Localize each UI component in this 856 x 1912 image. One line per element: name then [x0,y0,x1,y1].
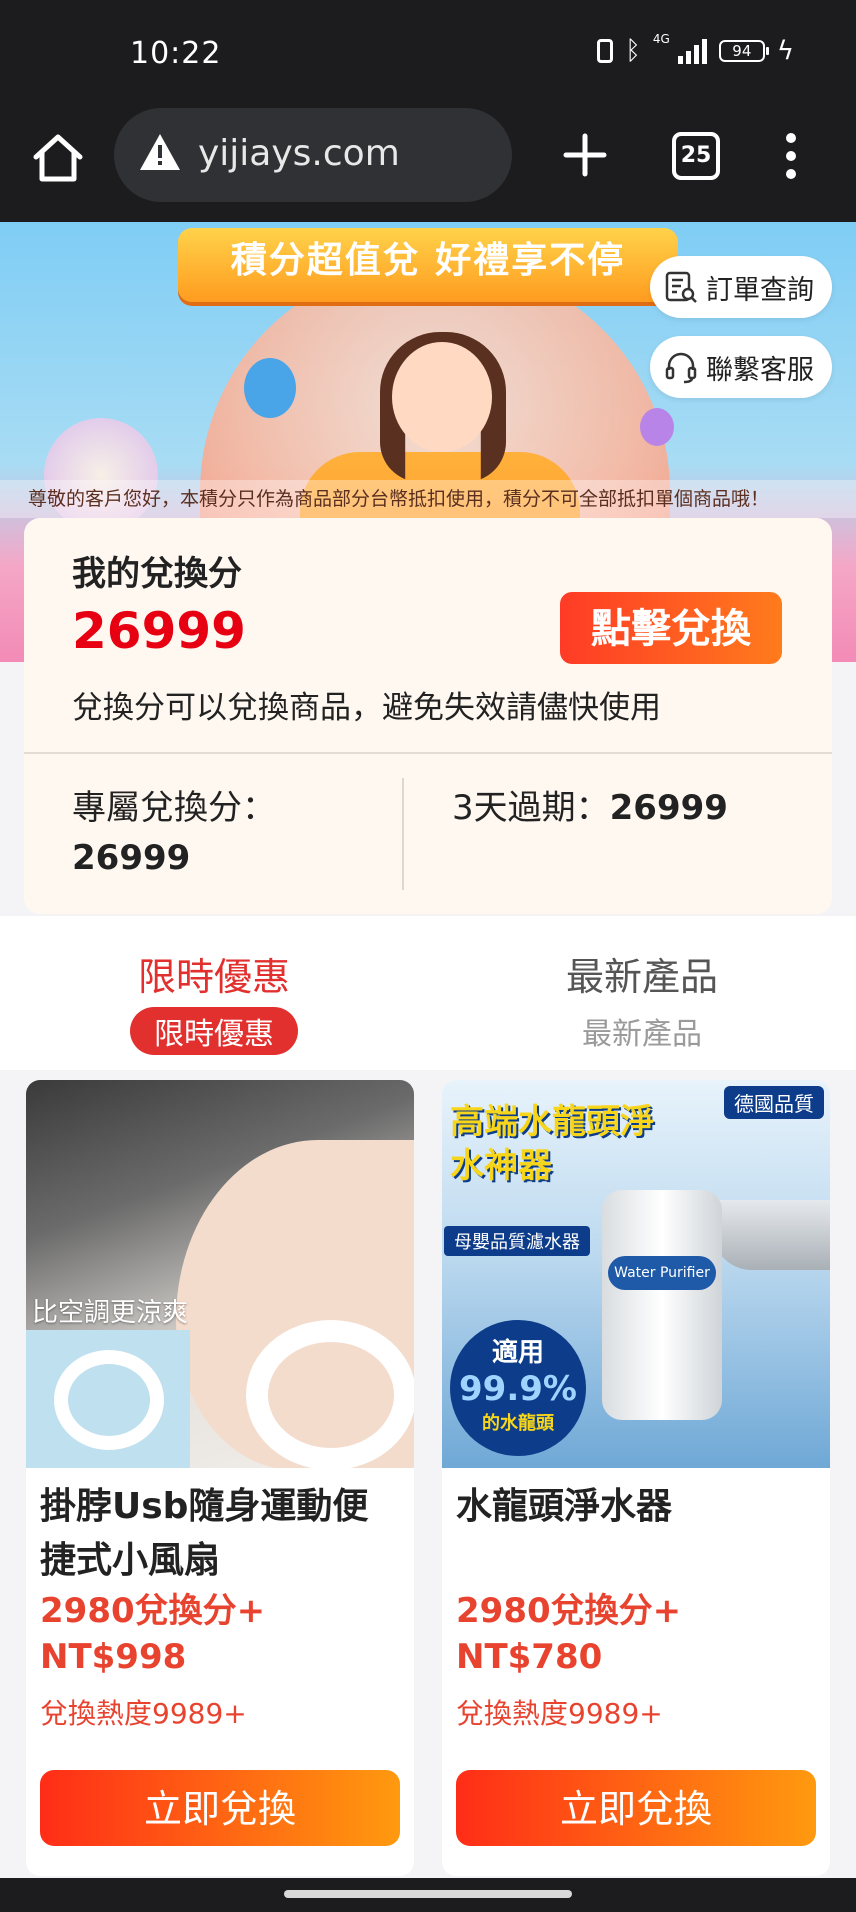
vibrate-icon [597,39,614,63]
product-card[interactable]: Water Purifier 高端水龍頭淨水神器 德國品質 母嬰品質濾水器 適用… [442,1080,830,1876]
product-name[interactable]: 水龍頭淨水器 [456,1480,816,1534]
exclusive-points-value: 26999 [72,838,191,878]
exclusive-points-label: 專屬兌換分： [72,788,276,828]
points-card: 我的兌換分 26999 點擊兌換 兌換分可以兌換商品，避免失效請儘快使用 專屬兌… [24,518,832,914]
product-price: 2980兌換分+ NT$998 [40,1588,400,1680]
charging-icon: ϟ [776,36,794,66]
redeem-now-button[interactable]: 立即兌換 [40,1770,400,1846]
new-tab-plus-icon[interactable] [560,130,610,180]
home-icon[interactable] [30,130,86,186]
product-grid: 比空調更涼爽 掛脖Usb隨身運動便捷式小風扇 2980兌換分+ NT$998 兌… [0,1070,856,1882]
points-title: 我的兌換分 [72,554,242,594]
faucet-illustration [712,1200,830,1270]
notice-text: 尊敬的客戶您好，本積分只作為商品部分台幣抵扣使用，積分不可全部抵扣單個商品哦！ [28,488,770,510]
notice-strip: 尊敬的客戶您好，本積分只作為商品部分台幣抵扣使用，積分不可全部抵扣單個商品哦！ [0,480,856,518]
blue-balloon-illustration [244,358,296,418]
neck-fan-illustration [246,1320,414,1468]
redeem-heat: 兌換熱度9989+ [456,1697,663,1730]
address-bar[interactable]: yijiays.com [114,108,512,202]
signal-icon [677,38,707,64]
order-query-button[interactable]: 訂單查詢 [650,256,832,318]
points-description: 兌換分可以兌換商品，避免失效請儘快使用 [72,690,661,726]
redeem-heat: 兌換熱度9989+ [40,1697,247,1730]
filter-illustration [602,1190,722,1420]
order-query-label: 訂單查詢 [706,274,814,306]
banner-ribbon: 積分超值兌 好禮享不停 [178,228,678,302]
product-name[interactable]: 掛脖Usb隨身運動便捷式小風扇 [40,1480,400,1588]
compatibility-badge: 適用 99.9% 的水龍頭 [450,1320,586,1456]
price-ntd: NT$780 [456,1637,603,1677]
status-icons: ᛒ 4G 94 ϟ [597,32,794,66]
tab-switcher-button[interactable]: 25 [672,132,720,180]
expiring-points: 3天過期：26999 [452,780,728,829]
customer-service-label: 聯繫客服 [706,354,814,386]
url-text[interactable]: yijiays.com [198,130,400,178]
price-points: 2980兌換分+ [456,1591,682,1631]
price-ntd: NT$998 [40,1637,187,1677]
redeem-button[interactable]: 點擊兌換 [560,592,782,664]
tab-label: 最新產品 [565,955,718,999]
image-title: 高端水龍頭淨水神器 [450,1102,654,1186]
headset-icon [665,352,697,384]
customer-service-button[interactable]: 聯繫客服 [650,336,832,398]
product-card[interactable]: 比空調更涼爽 掛脖Usb隨身運動便捷式小風扇 2980兌換分+ NT$998 兌… [26,1080,414,1876]
network-type-label: 4G [652,32,670,46]
filter-label: Water Purifier [608,1256,716,1290]
image-caption: 比空調更涼爽 [32,1298,189,1328]
category-tabs: 限時優惠 限時優惠 最新產品 最新產品 [0,916,856,1070]
not-secure-warning-icon[interactable] [138,130,182,174]
product-image[interactable]: 比空調更涼爽 [26,1080,414,1468]
system-nav-bar [0,1878,856,1912]
vertical-divider [402,778,404,890]
tab-new-products[interactable]: 最新產品 最新產品 [492,946,792,1055]
gesture-handle[interactable] [284,1890,572,1898]
tab-sub-label: 限時優惠 [130,1007,298,1055]
more-menu-icon[interactable] [776,132,806,180]
product-price: 2980兌換分+ NT$780 [456,1588,816,1680]
battery-icon: 94 [718,40,769,62]
tab-sub-label: 最新產品 [582,1017,702,1052]
status-time: 10:22 [130,36,222,71]
fan-ring-illustration [54,1350,164,1450]
browser-toolbar: yijiays.com 25 [0,108,856,222]
expiring-points-value: 26999 [609,788,728,828]
tab-limited-offer[interactable]: 限時優惠 限時優惠 [64,946,364,1055]
expiring-points-label: 3天過期： [452,788,610,828]
banner-title: 積分超值兌 好禮享不停 [230,240,626,281]
price-points: 2980兌換分+ [40,1591,266,1631]
order-list-icon [665,271,697,303]
divider [24,752,832,754]
german-quality-badge: 德國品質 [724,1086,824,1119]
status-bar: 10:22 ᛒ 4G 94 ϟ [0,0,856,108]
points-value: 26999 [72,602,246,660]
product-image[interactable]: Water Purifier 高端水龍頭淨水神器 德國品質 母嬰品質濾水器 適用… [442,1080,830,1468]
image-strip: 母嬰品質濾水器 [444,1226,590,1256]
purple-balloon-illustration [640,408,674,446]
bluetooth-icon: ᛒ [625,36,641,66]
redeem-now-button[interactable]: 立即兌換 [456,1770,816,1846]
tab-label: 限時優惠 [137,955,290,999]
girl-face-illustration [392,342,492,452]
